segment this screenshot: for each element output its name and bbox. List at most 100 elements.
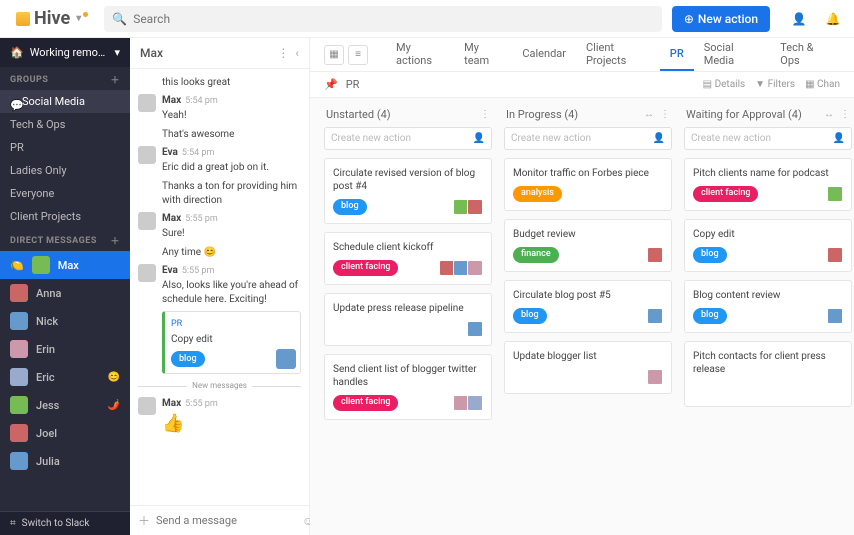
logo[interactable]: Hive ▾ — [10, 8, 94, 29]
tab-client-projects[interactable]: Client Projects — [576, 38, 660, 71]
workspace-selector[interactable]: 🏠 Working remo… ▾ — [0, 38, 130, 67]
add-dm-icon[interactable]: ＋ — [110, 234, 120, 247]
new-messages-divider: New messages — [138, 380, 301, 391]
create-action-input[interactable]: Create new action👤 — [504, 127, 672, 150]
chat-header: Max ⋮ ‹ — [130, 38, 309, 69]
assignees — [829, 308, 843, 324]
notification-dot — [83, 12, 88, 17]
add-group-icon[interactable]: ＋ — [110, 73, 120, 86]
tab-tech-ops[interactable]: Tech & Ops — [770, 38, 840, 71]
lane-title: Unstarted (4) — [326, 108, 391, 121]
attach-icon[interactable]: ＋ — [138, 512, 150, 529]
sidebar-group-client-projects[interactable]: Client Projects — [0, 205, 130, 228]
sidebar: 🏠 Working remo… ▾ GROUPS ＋ 💬Social Media… — [0, 38, 130, 535]
new-action-button[interactable]: ⊕ New action — [672, 6, 770, 32]
message-author: Eva — [162, 264, 178, 278]
action-card[interactable]: Circulate revised version of blog post #… — [324, 158, 492, 224]
sidebar-dm-erin[interactable]: Erin — [0, 335, 130, 363]
board-subheader: 📌 PR ▤ Details ▼ Filters ▦ Chan — [310, 72, 854, 98]
compose: ＋ ☺ — [130, 505, 309, 535]
sidebar-group-everyone[interactable]: Everyone — [0, 182, 130, 205]
avatar — [827, 308, 843, 324]
sidebar-dm-julia[interactable]: Julia — [0, 447, 130, 475]
action-card[interactable]: Schedule client kickoffclient facing — [324, 232, 492, 285]
change-view-button[interactable]: ▦ Chan — [805, 79, 840, 90]
tab-my-actions[interactable]: My actions — [386, 38, 454, 71]
action-card[interactable]: Monitor traffic on Forbes pieceanalysis — [504, 158, 672, 211]
more-icon[interactable]: ⋮ — [277, 46, 289, 60]
avatar — [138, 397, 156, 415]
card-title: Update press release pipeline — [333, 302, 483, 315]
list-view-icon[interactable]: ≡ — [348, 45, 368, 65]
sidebar-dm-nick[interactable]: Nick — [0, 307, 130, 335]
search-input[interactable] — [133, 12, 654, 26]
status-emoji: 🌶️ — [108, 400, 120, 411]
tab-calendar[interactable]: Calendar — [512, 38, 576, 71]
tag-badge: analysis — [513, 186, 562, 202]
assignees — [649, 247, 663, 263]
sidebar-dm-max[interactable]: 🍋Max — [0, 251, 130, 279]
collapse-icon[interactable]: ‹ — [295, 46, 299, 60]
placeholder: Create new action — [331, 133, 411, 144]
avatar — [276, 349, 296, 369]
avatar — [138, 94, 156, 112]
details-button[interactable]: ▤ Details — [703, 79, 746, 90]
action-card[interactable]: Pitch clients name for podcastclient fac… — [684, 158, 852, 211]
dm-label: Nick — [36, 315, 58, 328]
message-text: this looks great — [162, 76, 230, 90]
switch-to-slack[interactable]: ⌗ Switch to Slack — [0, 511, 130, 535]
action-card[interactable]: Update blogger list — [504, 341, 672, 394]
more-icon[interactable]: ⋮ — [660, 109, 670, 120]
user-icon[interactable]: 👤 — [788, 8, 810, 30]
message-continuation: Any time 😊 — [138, 245, 301, 260]
sidebar-dm-joel[interactable]: Joel — [0, 419, 130, 447]
sidebar-dm-anna[interactable]: Anna — [0, 279, 130, 307]
message: Max5:54 pmYeah! — [138, 94, 301, 123]
action-card-preview[interactable]: PRCopy editblog — [162, 311, 301, 374]
new-action-label: New action — [698, 12, 758, 26]
action-card[interactable]: Pitch contacts for client press release — [684, 341, 852, 407]
filters-button[interactable]: ▼ Filters — [755, 79, 795, 90]
tab-social-media[interactable]: Social Media — [694, 38, 771, 71]
card-title: Send client list of blogger twitter hand… — [333, 363, 483, 389]
more-icon[interactable]: ⋮ — [480, 109, 490, 120]
search-bar[interactable]: 🔍 — [104, 6, 662, 32]
bell-icon[interactable]: 🔔 — [822, 8, 844, 30]
assignees — [829, 247, 843, 263]
tag-badge: client facing — [693, 186, 758, 202]
action-card[interactable]: Send client list of blogger twitter hand… — [324, 354, 492, 420]
dm-label: Anna — [36, 287, 61, 300]
action-card[interactable]: Budget reviewfinance — [504, 219, 672, 272]
sidebar-dm-jess[interactable]: Jess🌶️ — [0, 391, 130, 419]
placeholder: Create new action — [511, 133, 591, 144]
assignees — [455, 395, 483, 411]
message-text: Thanks a ton for providing him with dire… — [162, 180, 301, 208]
message-author: Max — [162, 212, 181, 226]
compose-input[interactable] — [156, 514, 296, 527]
create-action-input[interactable]: Create new action👤 — [684, 127, 852, 150]
sidebar-group-tech-ops[interactable]: Tech & Ops — [0, 113, 130, 136]
sidebar-group-ladies-only[interactable]: Ladies Only — [0, 159, 130, 182]
status-icon: 🍋 — [10, 259, 24, 272]
move-icon[interactable]: ↔ — [644, 109, 654, 120]
create-action-input[interactable]: Create new action👤 — [324, 127, 492, 150]
grid-view-icon[interactable]: ▦ — [324, 45, 344, 65]
tag-badge: blog — [333, 199, 367, 215]
avatar — [138, 146, 156, 164]
action-card[interactable]: Copy editblog — [684, 219, 852, 272]
tab-pr[interactable]: PR — [660, 38, 694, 71]
pin-icon[interactable]: 📌 — [324, 78, 338, 91]
action-card[interactable]: Circulate blog post #5blog — [504, 280, 672, 333]
avatar — [10, 396, 28, 414]
action-card[interactable]: Blog content reviewblog — [684, 280, 852, 333]
action-card[interactable]: Update press release pipeline — [324, 293, 492, 346]
tab-my-team[interactable]: My team — [454, 38, 512, 71]
move-icon[interactable]: ↔ — [824, 109, 834, 120]
tabs: ▦ ≡ My actionsMy teamCalendarClient Proj… — [310, 38, 854, 72]
sidebar-dm-eric[interactable]: Eric😊 — [0, 363, 130, 391]
message-text: Also, looks like you're ahead of schedul… — [162, 279, 301, 307]
sidebar-group-social-media[interactable]: 💬Social Media — [0, 90, 130, 113]
sidebar-group-pr[interactable]: PR — [0, 136, 130, 159]
more-icon[interactable]: ⋮ — [840, 109, 850, 120]
message-continuation: That's awesome — [138, 127, 301, 142]
